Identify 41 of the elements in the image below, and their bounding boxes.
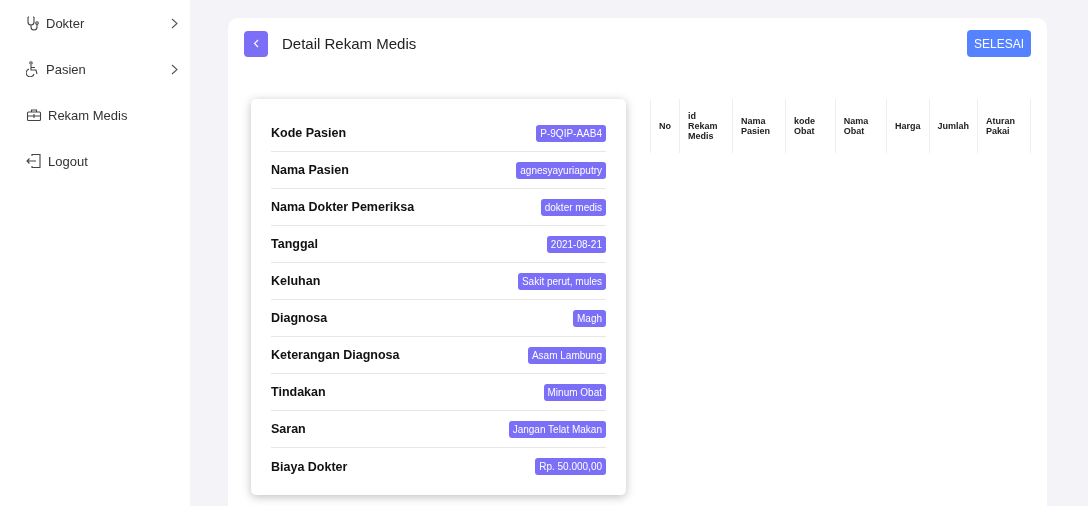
detail-value: Rp. 50.000,00 xyxy=(535,458,606,475)
chevron-right-icon xyxy=(171,17,178,29)
detail-label: Biaya Dokter xyxy=(271,459,348,474)
sidebar-item[interactable]: Pasien xyxy=(0,46,190,92)
detail-label: Diagnosa xyxy=(271,311,328,325)
chevron-right-icon xyxy=(171,63,178,75)
column-header: Nama Pasien xyxy=(732,99,786,153)
column-header: id Rekam Medis xyxy=(679,99,733,153)
detail-label: Tanggal xyxy=(271,237,318,251)
column-header: Harga xyxy=(886,99,930,153)
sidebar-item[interactable]: Logout xyxy=(0,138,190,184)
detail-value: Magh xyxy=(573,309,606,327)
chevron-left-icon xyxy=(253,39,259,48)
detail-label: Nama Dokter Pemeriksa xyxy=(271,200,415,214)
column-header: kode Obat xyxy=(785,99,836,153)
detail-value: 2021-08-21 xyxy=(546,235,606,253)
sidebar-item[interactable]: Dokter xyxy=(0,0,190,46)
detail-label: Kode Pasien xyxy=(271,126,347,140)
column-header: Aturan Pakai xyxy=(977,99,1031,153)
detail-label: Saran xyxy=(271,422,306,436)
logout-icon xyxy=(26,153,42,169)
detail-value: Sakit perut, mules xyxy=(517,272,606,290)
detail-value: Jangan Telat Makan xyxy=(508,420,606,438)
detail-label: Keterangan Diagnosa xyxy=(271,348,400,362)
detail-label: Keluhan xyxy=(271,274,321,288)
detail-value: Asam Lambung xyxy=(527,346,606,364)
medical-kit-icon xyxy=(26,108,42,122)
page-title: Detail Rekam Medis xyxy=(282,35,418,52)
detail-value: P-9QIP-AAB4 xyxy=(536,124,606,142)
stethoscope-icon xyxy=(26,15,40,31)
detail-value: Minum Obat xyxy=(543,383,606,401)
column-header: Jumlah xyxy=(929,99,978,153)
detail-label: Nama Pasien xyxy=(271,163,349,177)
detail-label: Tindakan xyxy=(271,385,326,399)
back-button[interactable] xyxy=(244,30,268,57)
wheelchair-icon xyxy=(26,61,40,77)
sidebar-item[interactable]: Rekam Medis xyxy=(0,92,190,138)
column-header: No xyxy=(650,99,680,153)
detail-value: agnesyayuriaputry xyxy=(516,161,606,179)
detail-value: dokter medis xyxy=(540,198,606,216)
column-header: Nama Obat xyxy=(835,99,887,153)
